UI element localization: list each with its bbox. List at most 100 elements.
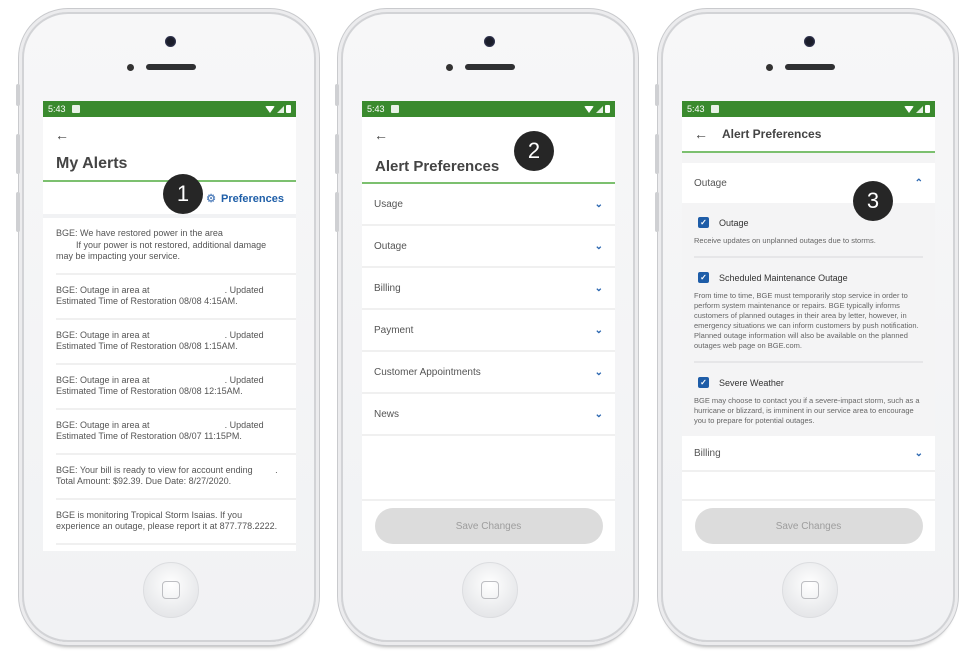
my-alerts-screen: 5:43 ← My Alerts ⚙ Preferences BGE: We h… bbox=[43, 101, 296, 551]
volume-up-button bbox=[335, 134, 339, 174]
battery-icon bbox=[286, 105, 291, 113]
home-button[interactable] bbox=[782, 562, 838, 618]
save-changes-button[interactable]: Save Changes bbox=[694, 508, 923, 544]
volume-up-button bbox=[16, 134, 20, 174]
front-camera bbox=[165, 36, 176, 47]
alert-text: Estimated Time of Restoration 08/08 12:1… bbox=[56, 386, 243, 396]
alert-preferences-screen: 5:43 ← Alert Preferences Usage ⌄ Outage … bbox=[362, 101, 615, 551]
chevron-up-icon: ⌃ bbox=[914, 177, 923, 189]
home-button[interactable] bbox=[462, 562, 518, 618]
alert-text: Total Amount: $92.39. Due Date: 8/27/202… bbox=[56, 476, 232, 486]
preferences-label: Preferences bbox=[221, 192, 284, 205]
status-bar: 5:43 bbox=[362, 101, 615, 117]
option-severe-weather: ✓ Severe Weather BGE may choose to conta… bbox=[694, 363, 923, 436]
front-camera bbox=[804, 36, 815, 47]
alert-text: BGE: Outage in area at . Updated bbox=[56, 329, 264, 340]
save-changes-button[interactable]: Save Changes bbox=[374, 508, 603, 544]
back-arrow-icon[interactable]: ← bbox=[55, 127, 69, 143]
home-square-icon bbox=[481, 581, 499, 599]
category-label: News bbox=[374, 408, 400, 420]
alert-text: Estimated Time of Restoration 08/07 11:1… bbox=[56, 431, 242, 441]
category-payment[interactable]: Payment ⌄ bbox=[362, 310, 615, 352]
alert-item[interactable]: BGE: We have restored power in the area … bbox=[56, 218, 296, 275]
battery-icon bbox=[925, 105, 930, 113]
category-outage-expanded[interactable]: Outage ⌃ bbox=[682, 163, 935, 203]
chevron-down-icon: ⌄ bbox=[594, 282, 603, 294]
category-billing[interactable]: Billing ⌄ bbox=[682, 436, 935, 472]
chevron-down-icon: ⌄ bbox=[594, 366, 603, 378]
proximity-sensor bbox=[446, 64, 453, 71]
step-badge-1: 1 bbox=[163, 174, 203, 214]
option-label: Scheduled Maintenance Outage bbox=[719, 272, 848, 283]
status-time: 5:43 bbox=[48, 104, 66, 114]
mute-switch bbox=[16, 84, 20, 106]
status-bar: 5:43 bbox=[43, 101, 296, 117]
category-billing[interactable]: Billing ⌄ bbox=[362, 268, 615, 310]
back-arrow-icon[interactable]: ← bbox=[694, 126, 708, 142]
calendar-icon bbox=[390, 105, 399, 113]
category-outage[interactable]: Outage ⌄ bbox=[362, 226, 615, 268]
signal-icon bbox=[916, 105, 923, 113]
wifi-icon bbox=[265, 105, 275, 113]
option-label: Severe Weather bbox=[719, 377, 784, 388]
alert-text: may be impacting your service. bbox=[56, 251, 181, 261]
alert-text: BGE is monitoring Tropical Storm Isaias.… bbox=[56, 509, 243, 520]
alert-text: BGE: Outage in area at . Updated bbox=[56, 419, 264, 430]
alert-text: Estimated Time of Restoration 08/08 1:15… bbox=[56, 341, 238, 351]
header: ← Alert Preferences bbox=[682, 117, 935, 153]
category-customer-appointments[interactable]: Customer Appointments ⌄ bbox=[362, 352, 615, 394]
volume-down-button bbox=[16, 192, 20, 232]
volume-down-button bbox=[655, 192, 659, 232]
category-usage[interactable]: Usage ⌄ bbox=[362, 184, 615, 226]
page-title: My Alerts bbox=[56, 155, 128, 172]
earpiece-speaker bbox=[146, 64, 196, 70]
category-label: Usage bbox=[374, 198, 403, 210]
proximity-sensor bbox=[127, 64, 134, 71]
status-bar: 5:43 bbox=[682, 101, 935, 117]
alert-item[interactable]: BGE: Your bill is ready to view for acco… bbox=[56, 455, 296, 500]
alert-text: experience an outage, please report it a… bbox=[56, 521, 278, 531]
volume-down-button bbox=[335, 192, 339, 232]
option-description: Receive updates on unplanned outages due… bbox=[694, 236, 876, 245]
wifi-icon bbox=[584, 105, 594, 113]
spacer bbox=[682, 153, 935, 163]
mute-switch bbox=[655, 84, 659, 106]
alert-item[interactable]: BGE: Outage in area at . Updated Estimat… bbox=[56, 275, 296, 320]
alert-text: BGE: Your bill is ready to view for acco… bbox=[56, 464, 278, 475]
gear-icon: ⚙ bbox=[206, 193, 216, 205]
chevron-down-icon: ⌄ bbox=[914, 447, 923, 459]
alert-text: BGE: Outage in area at . Updated bbox=[56, 284, 264, 295]
alert-item[interactable]: BGE: Outage in area at . Updated Estimat… bbox=[56, 320, 296, 365]
alert-text: Estimated Time of Restoration 08/08 4:15… bbox=[56, 296, 238, 306]
signal-icon bbox=[277, 105, 284, 113]
outage-checkbox[interactable]: ✓ bbox=[698, 217, 709, 228]
option-label: Outage bbox=[719, 217, 749, 228]
page-title: Alert Preferences bbox=[375, 158, 500, 175]
step-badge-3: 3 bbox=[853, 181, 893, 221]
back-arrow-icon[interactable]: ← bbox=[374, 127, 388, 143]
front-camera bbox=[484, 36, 495, 47]
battery-icon bbox=[605, 105, 610, 113]
chevron-down-icon: ⌄ bbox=[594, 240, 603, 252]
severe-weather-checkbox[interactable]: ✓ bbox=[698, 377, 709, 388]
scheduled-maintenance-checkbox[interactable]: ✓ bbox=[698, 272, 709, 283]
earpiece-speaker bbox=[785, 64, 835, 70]
alert-item[interactable]: BGE: Outage in area at . Updated Estimat… bbox=[56, 410, 296, 455]
signal-icon bbox=[596, 105, 603, 113]
page-title: Alert Preferences bbox=[722, 127, 822, 141]
phone-frame-1: 5:43 ← My Alerts ⚙ Preferences BGE: We h… bbox=[16, 12, 316, 642]
category-label: Customer Appointments bbox=[374, 366, 481, 378]
home-square-icon bbox=[801, 581, 819, 599]
earpiece-speaker bbox=[465, 64, 515, 70]
chevron-down-icon: ⌄ bbox=[594, 408, 603, 420]
alert-item[interactable]: BGE is monitoring Tropical Storm Isaias.… bbox=[56, 500, 296, 545]
mute-switch bbox=[335, 84, 339, 106]
category-news[interactable]: News ⌄ bbox=[362, 394, 615, 436]
preferences-link[interactable]: ⚙ Preferences bbox=[206, 192, 284, 206]
category-label: Outage bbox=[694, 177, 727, 189]
home-button[interactable] bbox=[143, 562, 199, 618]
volume-up-button bbox=[655, 134, 659, 174]
alert-item[interactable]: BGE: Outage in area at . Updated Estimat… bbox=[56, 365, 296, 410]
header: ← My Alerts bbox=[43, 117, 296, 182]
alert-text: BGE: We have restored power in the area bbox=[56, 228, 223, 238]
